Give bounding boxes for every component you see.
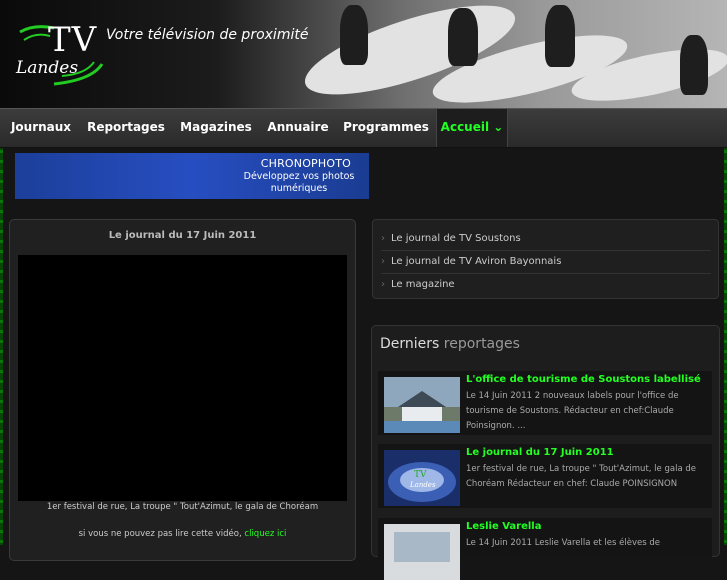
chevron-right-icon: › [381, 233, 385, 244]
nav-magazines[interactable]: Magazines [176, 109, 256, 147]
reportage-thumbnail[interactable] [384, 524, 460, 580]
heading-part-a: Derniers [380, 336, 440, 352]
ad-subtitle-line2: numériques [270, 183, 328, 194]
site-logo[interactable]: TV Landes [14, 18, 106, 90]
reportage-excerpt: Le 14 Juin 2011 2 nouveaux labels pour l… [466, 391, 679, 431]
video-title: Le journal du 17 Juin 2011 [108, 230, 257, 241]
site-tagline: Votre télévision de proximité [106, 27, 309, 43]
main-nav: Journaux Reportages Magazines Annuaire P… [0, 108, 727, 148]
reportage-item[interactable]: TV Landes Le journal du 17 Juin 2011 1er… [378, 444, 712, 508]
nav-programmes[interactable]: Programmes [340, 109, 432, 147]
surfer-figure [448, 8, 478, 66]
surfer-figure [680, 35, 708, 95]
logo-tv-text: TV [48, 20, 98, 60]
nav-reportages[interactable]: Reportages [86, 109, 166, 147]
link-tv-aviron-bayonnais[interactable]: › Le journal de TV Aviron Bayonnais [381, 251, 711, 274]
svg-text:Landes: Landes [409, 481, 436, 489]
nav-journaux[interactable]: Journaux [6, 109, 76, 147]
reportage-title[interactable]: Le journal du 17 Juin 2011 [466, 447, 614, 458]
reportage-thumbnail[interactable]: TV Landes [384, 450, 460, 506]
reportages-heading: Derniers reportages [380, 336, 520, 352]
nav-annuaire[interactable]: Annuaire [264, 109, 332, 147]
video-caption: 1er festival de rue, La troupe " Tout'Az… [46, 502, 319, 512]
fallback-text: si vous ne pouvez pas lire cette vidéo, [78, 529, 242, 539]
svg-text:TV: TV [414, 470, 427, 480]
ad-subtitle-line1: Développez vos photos [243, 171, 355, 182]
video-panel: Le journal du 17 Juin 2011 1er festival … [9, 219, 356, 561]
heading-part-b: reportages [443, 336, 520, 352]
reportage-title[interactable]: L'office de tourisme de Soustons labelli… [466, 374, 701, 385]
ad-title: CHRONOPHOTO [260, 157, 351, 170]
nav-accueil[interactable]: Accueil ⌄ [436, 109, 508, 147]
chevron-right-icon: › [381, 279, 385, 290]
reportage-title[interactable]: Leslie Varella [466, 521, 541, 532]
video-fallback: si vous ne pouvez pas lire cette vidéo, … [10, 529, 355, 539]
reportage-excerpt: Le 14 Juin 2011 Leslie Varella et les él… [466, 538, 660, 548]
surfer-figure [340, 5, 368, 65]
link-label: Le journal de TV Aviron Bayonnais [391, 256, 562, 267]
chevron-right-icon: › [381, 256, 385, 267]
logo-landes-text: Landes [16, 58, 79, 78]
video-player[interactable] [18, 255, 347, 501]
reportage-item[interactable]: Leslie Varella Le 14 Juin 2011 Leslie Va… [378, 518, 712, 580]
link-label: Le magazine [391, 279, 455, 290]
reportage-item[interactable]: L'office de tourisme de Soustons labelli… [378, 371, 712, 435]
chronophoto-ad-banner[interactable]: CHRONOPHOTO Développez vos photos numéri… [15, 153, 369, 199]
surfer-figure [545, 5, 575, 67]
link-tv-soustons[interactable]: › Le journal de TV Soustons [381, 228, 711, 251]
reportage-thumbnail[interactable] [384, 377, 460, 433]
journal-links-panel: › Le journal de TV Soustons › Le journal d… [372, 219, 719, 299]
derniers-reportages-panel: Derniers reportages L'office de tourisme… [371, 325, 720, 580]
reportage-excerpt: 1er festival de rue, La troupe " Tout'Az… [466, 464, 696, 489]
site-header: TV Landes Votre télévision de proximité [0, 0, 727, 108]
fallback-link[interactable]: cliquez ici [244, 529, 286, 539]
link-le-magazine[interactable]: › Le magazine [381, 274, 711, 296]
link-label: Le journal de TV Soustons [391, 233, 521, 244]
